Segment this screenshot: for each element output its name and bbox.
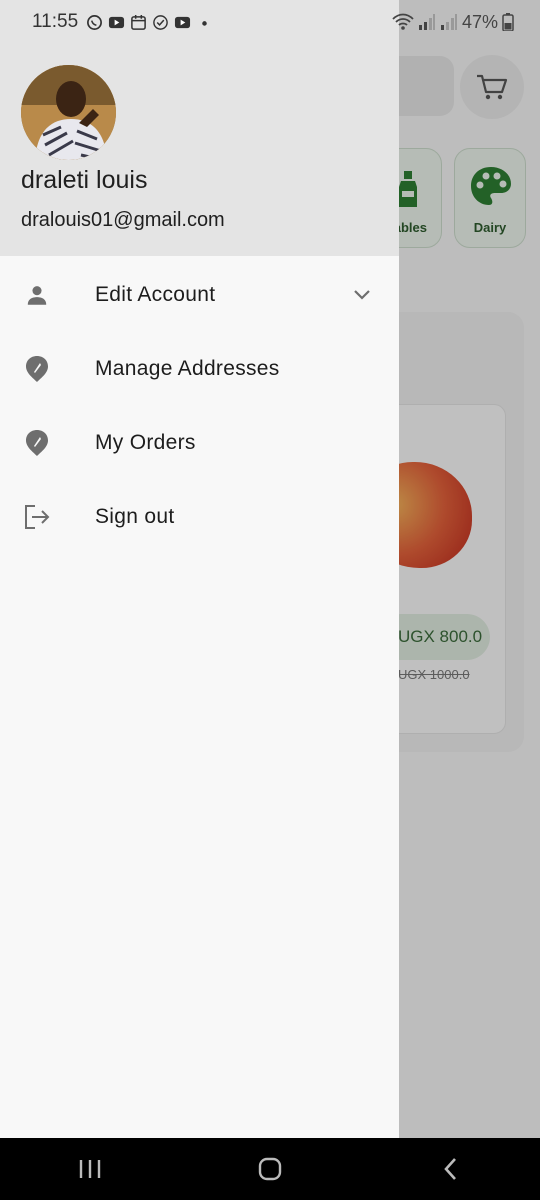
calendar-icon — [131, 14, 147, 30]
system-nav-bar — [0, 1138, 540, 1200]
recent-apps-icon — [79, 1160, 101, 1178]
recent-apps-button[interactable] — [60, 1144, 120, 1194]
wifi-icon — [392, 13, 414, 30]
signal-icon — [418, 14, 435, 30]
home-icon — [258, 1157, 282, 1181]
user-email: dralouis01@gmail.com — [21, 209, 225, 231]
home-button[interactable] — [240, 1144, 300, 1194]
status-right: 47% — [392, 12, 514, 33]
menu-item-my-orders[interactable]: My Orders — [0, 406, 399, 480]
check-circle-icon — [153, 14, 168, 30]
status-time: 11:55 — [32, 11, 79, 32]
avatar-image — [21, 65, 116, 160]
youtube-icon — [175, 16, 191, 28]
drawer-menu: Edit Account Manage Addresses My Orders … — [0, 258, 399, 554]
signal-icon — [440, 14, 457, 30]
menu-item-label: Edit Account — [95, 283, 216, 306]
person-icon — [22, 280, 52, 310]
back-icon — [444, 1158, 456, 1180]
navigation-drawer: draleti louis dralouis01@gmail.com Edit … — [0, 0, 399, 1138]
back-button[interactable] — [420, 1144, 480, 1194]
dot-icon — [202, 20, 207, 26]
youtube-icon — [109, 16, 125, 28]
menu-item-label: My Orders — [95, 431, 196, 454]
avatar[interactable] — [21, 65, 116, 160]
battery-percent: 47% — [461, 11, 498, 32]
logout-icon — [22, 502, 52, 532]
menu-item-sign-out[interactable]: Sign out — [0, 480, 399, 554]
battery-icon — [502, 13, 514, 31]
whatsapp-icon — [87, 14, 103, 30]
menu-item-label: Sign out — [95, 505, 175, 528]
menu-item-label: Manage Addresses — [95, 357, 280, 380]
menu-item-edit-account[interactable]: Edit Account — [0, 258, 399, 332]
location-pin-icon — [22, 428, 52, 458]
user-name: draleti louis — [21, 166, 148, 194]
menu-item-manage-addresses[interactable]: Manage Addresses — [0, 332, 399, 406]
chevron-down-icon[interactable] — [351, 284, 373, 306]
location-pin-icon — [22, 354, 52, 384]
notification-icons — [86, 14, 213, 31]
status-bar: 11:55 47% — [0, 0, 540, 44]
